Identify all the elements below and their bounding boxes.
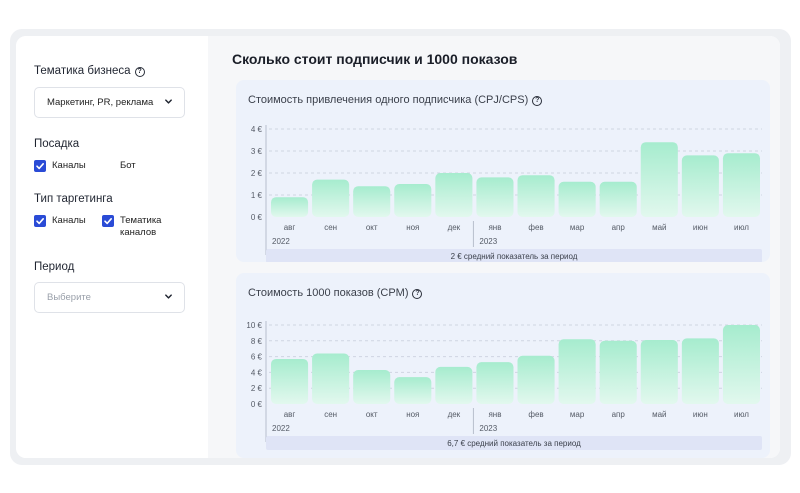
targeting-label: Тип таргетинга bbox=[34, 193, 113, 205]
chart-bar[interactable] bbox=[599, 181, 637, 217]
targeting-topics-checkbox[interactable] bbox=[102, 215, 114, 227]
x-tick-label: сен bbox=[324, 223, 337, 232]
cps-bar-chart: 0 € 1 € 2 € 3 € 4 € авг сен окт ноя дек янв фев мар а… bbox=[251, 125, 762, 262]
cpm-bar-chart: 0 € 2 € 4 € 6 € 8 € 10 € авг сен окт ноя дек янв фев… bbox=[246, 321, 762, 450]
chart-bar[interactable] bbox=[435, 366, 473, 404]
cpm-chart-card: Стоимость 1000 показов (CPM)? 0 €2 €4 €6… bbox=[236, 273, 770, 458]
x-tick-label: авг bbox=[284, 410, 296, 419]
placement-label: Посадка bbox=[34, 138, 80, 150]
chart-bar[interactable] bbox=[435, 173, 473, 217]
chart-bar[interactable] bbox=[640, 142, 678, 217]
y-tick-label: 3 € bbox=[251, 147, 263, 156]
y-tick-label: 10 € bbox=[246, 321, 262, 330]
x-tick-label: авг bbox=[284, 223, 296, 232]
x-tick-label: янв bbox=[488, 410, 501, 419]
chart-bar[interactable] bbox=[312, 179, 350, 217]
x-tick-label: окт bbox=[366, 223, 378, 232]
x-tick-label: май bbox=[652, 223, 666, 232]
check-icon bbox=[36, 218, 44, 225]
x-tick-label: ноя bbox=[406, 410, 419, 419]
x-tick-label: дек bbox=[448, 410, 461, 419]
year-label: 2023 bbox=[479, 237, 497, 246]
targeting-channels-label: Каналы bbox=[52, 215, 86, 226]
chart-bar[interactable] bbox=[353, 370, 391, 404]
x-tick-label: янв bbox=[488, 223, 501, 232]
chart-bar[interactable] bbox=[722, 153, 760, 217]
check-icon bbox=[36, 163, 44, 170]
period-select[interactable]: Выберите bbox=[34, 282, 185, 313]
filter-sidebar: Тематика бизнеса? Маркетинг, PR, реклама… bbox=[16, 36, 208, 458]
chart-bar[interactable] bbox=[517, 355, 555, 404]
x-tick-label: июн bbox=[693, 223, 708, 232]
business-select-value: Маркетинг, PR, реклама bbox=[47, 97, 154, 108]
y-tick-label: 6 € bbox=[251, 353, 263, 362]
page-title: Сколько стоит подписчик и 1000 показов bbox=[232, 51, 518, 67]
targeting-channels-checkbox[interactable] bbox=[34, 215, 46, 227]
main-content: Сколько стоит подписчик и 1000 показов С… bbox=[208, 36, 780, 458]
x-tick-label: май bbox=[652, 410, 666, 419]
year-label: 2023 bbox=[479, 424, 497, 433]
x-tick-label: дек bbox=[448, 223, 461, 232]
y-tick-label: 4 € bbox=[251, 368, 263, 377]
chevron-down-icon bbox=[165, 99, 172, 104]
average-text: 6,7 € средний показатель за период bbox=[447, 439, 581, 448]
placement-channels-checkbox[interactable] bbox=[34, 160, 46, 172]
chart-bar[interactable] bbox=[681, 338, 719, 404]
x-tick-label: сен bbox=[324, 410, 337, 419]
x-tick-label: окт bbox=[366, 410, 378, 419]
chart-bar[interactable] bbox=[476, 362, 514, 404]
check-icon bbox=[104, 218, 112, 225]
x-tick-label: апр bbox=[612, 410, 626, 419]
placement-bot-label: Бот bbox=[120, 160, 136, 171]
placement-bot-checkbox[interactable] bbox=[102, 160, 114, 172]
average-text: 2 € средний показатель за период bbox=[451, 252, 578, 261]
y-tick-label: 2 € bbox=[251, 384, 263, 393]
y-tick-label: 0 € bbox=[251, 213, 263, 222]
x-tick-label: ноя bbox=[406, 223, 419, 232]
chart-bar[interactable] bbox=[517, 175, 555, 217]
chart-bar[interactable] bbox=[271, 197, 309, 217]
y-tick-label: 2 € bbox=[251, 169, 263, 178]
y-tick-label: 0 € bbox=[251, 400, 263, 409]
chart-bar[interactable] bbox=[640, 340, 678, 404]
x-tick-label: июл bbox=[734, 410, 749, 419]
chart-bar[interactable] bbox=[558, 339, 596, 404]
x-tick-label: июн bbox=[693, 410, 708, 419]
chart-bar[interactable] bbox=[681, 155, 719, 217]
chart-bar[interactable] bbox=[271, 358, 309, 404]
help-icon[interactable]: ? bbox=[134, 67, 145, 77]
period-label: Период bbox=[34, 261, 75, 273]
chart-bar[interactable] bbox=[599, 340, 637, 404]
chart-bar[interactable] bbox=[558, 181, 596, 217]
chart-bar[interactable] bbox=[394, 377, 432, 404]
y-tick-label: 4 € bbox=[251, 125, 263, 134]
period-select-placeholder: Выберите bbox=[47, 292, 91, 303]
chart-bar[interactable] bbox=[722, 325, 760, 404]
business-label-text: Тематика бизнеса bbox=[34, 65, 131, 77]
chart-bar[interactable] bbox=[353, 186, 391, 217]
app-window: Тематика бизнеса? Маркетинг, PR, реклама… bbox=[16, 36, 780, 458]
chart-bar[interactable] bbox=[312, 353, 350, 404]
x-tick-label: июл bbox=[734, 223, 749, 232]
chart-bar[interactable] bbox=[476, 177, 514, 217]
x-tick-label: апр bbox=[612, 223, 626, 232]
y-tick-label: 8 € bbox=[251, 337, 263, 346]
x-tick-label: фев bbox=[528, 223, 543, 232]
business-select[interactable]: Маркетинг, PR, реклама bbox=[34, 87, 185, 118]
cps-chart-card: Стоимость привлечения одного подписчика … bbox=[236, 80, 770, 262]
chart-bar[interactable] bbox=[394, 184, 432, 217]
y-tick-label: 1 € bbox=[251, 191, 263, 200]
placement-channels-label: Каналы bbox=[52, 160, 86, 171]
x-tick-label: мар bbox=[570, 223, 585, 232]
year-label: 2022 bbox=[272, 237, 290, 246]
x-tick-label: мар bbox=[570, 410, 585, 419]
chevron-down-icon bbox=[165, 294, 172, 299]
business-label: Тематика бизнеса? bbox=[34, 65, 145, 77]
targeting-topics-label: Тематика каналов bbox=[120, 215, 162, 238]
year-label: 2022 bbox=[272, 424, 290, 433]
x-tick-label: фев bbox=[528, 410, 543, 419]
